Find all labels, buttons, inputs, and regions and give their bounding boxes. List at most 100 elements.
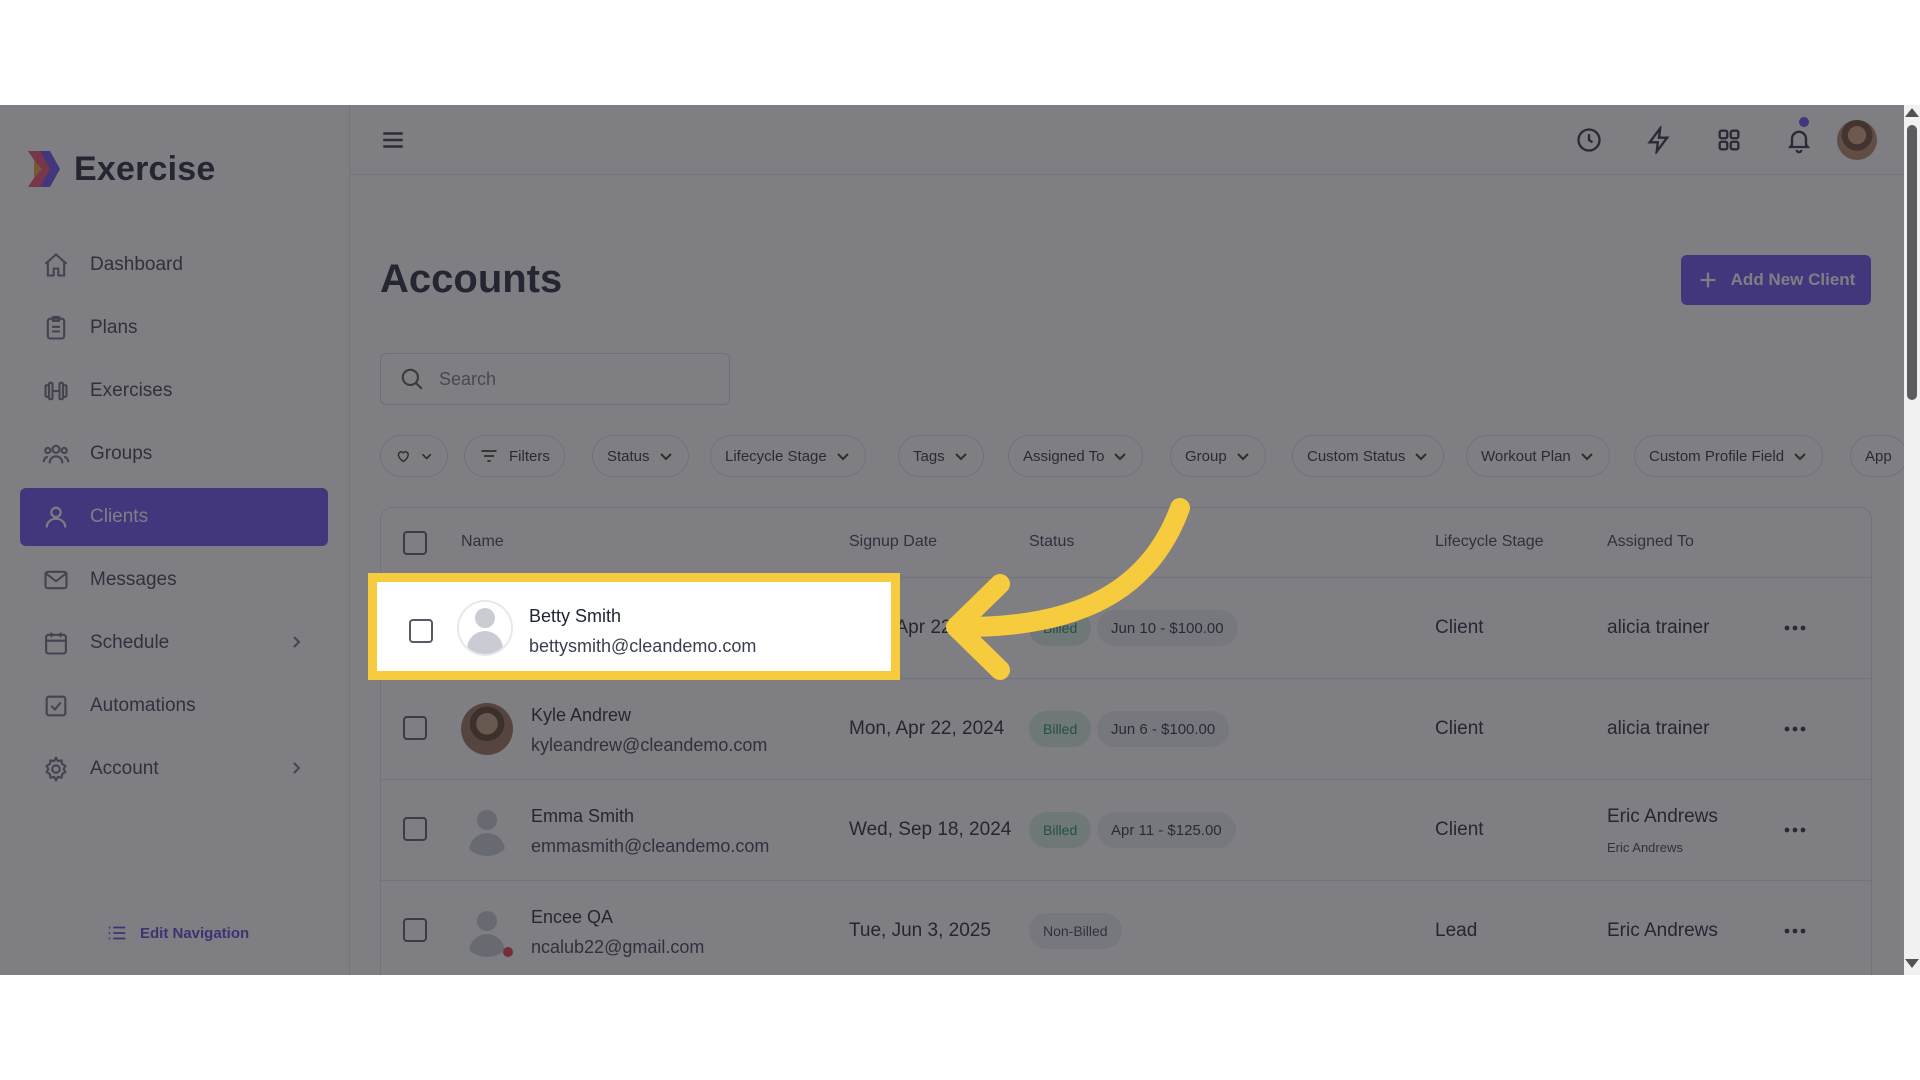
clipboard-icon bbox=[40, 312, 72, 344]
row-actions-button[interactable] bbox=[1781, 917, 1809, 945]
sidebar-item-label: Automations bbox=[90, 695, 196, 716]
quick-actions-button[interactable] bbox=[1642, 123, 1676, 157]
gear-icon bbox=[40, 753, 72, 785]
client-name[interactable]: Emma Smith bbox=[531, 806, 634, 827]
hamburger-icon bbox=[383, 132, 403, 148]
more-horizontal-icon bbox=[1784, 928, 1806, 934]
row-actions-button[interactable] bbox=[1781, 715, 1809, 743]
payment-badge: Jun 10 - $100.00 bbox=[1097, 610, 1238, 646]
logo-icon bbox=[24, 149, 62, 189]
select-all-checkbox[interactable] bbox=[403, 531, 427, 555]
filter-label: Status bbox=[607, 447, 650, 465]
client-name[interactable]: Encee QA bbox=[531, 907, 613, 928]
row-checkbox[interactable] bbox=[403, 716, 427, 740]
scroll-up-arrow[interactable] bbox=[1905, 108, 1919, 117]
chevron-down-icon bbox=[659, 453, 672, 461]
sidebar-item-label: Clients bbox=[90, 506, 149, 527]
bell-icon bbox=[1787, 130, 1811, 154]
status-dot bbox=[503, 947, 513, 957]
column-header-lifecycle-stage[interactable]: Lifecycle Stage bbox=[1435, 533, 1544, 551]
sidebar-item-label: Schedule bbox=[90, 632, 170, 653]
user-icon bbox=[40, 501, 72, 533]
highlighted-client-cell[interactable]: Betty Smith bettysmith@cleandemo.com bbox=[368, 573, 900, 680]
apps-button[interactable] bbox=[1712, 123, 1746, 157]
status-badge: Billed bbox=[1029, 610, 1092, 646]
chevron-down-icon bbox=[837, 453, 849, 461]
page-title: Accounts bbox=[380, 257, 563, 301]
signup-date: Tue, Jun 3, 2025 bbox=[849, 920, 991, 941]
sidebar-item-plans[interactable]: Plans bbox=[20, 299, 328, 357]
notifications-button[interactable] bbox=[1782, 123, 1816, 157]
user-avatar[interactable] bbox=[1837, 120, 1877, 160]
add-new-client-button[interactable]: Add New Client bbox=[1681, 255, 1871, 305]
sidebar-item-label: Exercises bbox=[90, 380, 173, 401]
status-filter[interactable]: Status bbox=[592, 435, 689, 477]
custom-profile-field-filter[interactable]: Custom Profile Field bbox=[1634, 435, 1824, 477]
favorites-filter[interactable] bbox=[380, 435, 448, 477]
menu-toggle-button[interactable] bbox=[380, 127, 406, 153]
table-row[interactable]: Encee QA ncalub22@gmail.com Tue, Jun 3, … bbox=[381, 881, 1871, 975]
payment-badge: Jun 6 - $100.00 bbox=[1097, 711, 1230, 747]
client-name[interactable]: Kyle Andrew bbox=[531, 705, 631, 726]
column-header-signup-date[interactable]: Signup Date bbox=[849, 533, 937, 551]
row-checkbox[interactable] bbox=[403, 817, 427, 841]
signup-date: Mon, Apr 22, 2024 bbox=[849, 718, 1005, 739]
chevron-right-icon bbox=[288, 634, 304, 650]
chevron-down-icon bbox=[1415, 453, 1428, 461]
scrollbar-thumb[interactable] bbox=[1907, 125, 1917, 400]
table-row[interactable]: Kyle Andrew kyleandrew@cleandemo.com Mon… bbox=[381, 679, 1871, 780]
sidebar-item-clients[interactable]: Clients bbox=[20, 488, 328, 546]
sidebar-item-exercises[interactable]: Exercises bbox=[20, 362, 328, 420]
column-header-status[interactable]: Status bbox=[1029, 533, 1074, 551]
sidebar-item-automations[interactable]: Automations bbox=[20, 677, 328, 735]
filter-label: Tags bbox=[913, 447, 945, 465]
tags-filter[interactable]: Tags bbox=[898, 435, 984, 477]
row-checkbox[interactable] bbox=[403, 918, 427, 942]
sidebar-item-schedule[interactable]: Schedule bbox=[20, 614, 328, 672]
row-actions-button[interactable] bbox=[1781, 816, 1809, 844]
sidebar-item-dashboard[interactable]: Dashboard bbox=[20, 236, 328, 294]
table-header: Name Signup Date Status Lifecycle Stage … bbox=[381, 508, 1871, 578]
column-header-assigned-to[interactable]: Assigned To bbox=[1607, 533, 1694, 551]
filters-button[interactable]: Filters bbox=[464, 435, 565, 477]
avatar bbox=[461, 804, 513, 856]
client-email: kyleandrew@cleandemo.com bbox=[531, 735, 768, 755]
app-filter[interactable]: App bbox=[1850, 435, 1907, 477]
row-checkbox[interactable] bbox=[409, 619, 433, 643]
app-window: Exercise Dashboard Plans Exercises Group… bbox=[0, 105, 1920, 975]
chevron-down-icon bbox=[1236, 453, 1249, 461]
search-icon bbox=[401, 368, 423, 390]
chevron-right-icon bbox=[288, 760, 304, 776]
scroll-down-arrow[interactable] bbox=[1905, 959, 1919, 968]
checkbox-icon bbox=[40, 690, 72, 722]
custom-status-filter[interactable]: Custom Status bbox=[1292, 435, 1445, 477]
edit-navigation-label: Edit Navigation bbox=[140, 924, 250, 942]
app-logo[interactable]: Exercise bbox=[24, 147, 216, 191]
column-header-name[interactable]: Name bbox=[461, 533, 504, 551]
sidebar-item-account[interactable]: Account bbox=[20, 740, 328, 798]
status-badge: Billed bbox=[1029, 711, 1092, 747]
more-horizontal-icon bbox=[1784, 726, 1806, 732]
edit-navigation-link[interactable]: Edit Navigation bbox=[106, 922, 249, 944]
search-input[interactable] bbox=[439, 368, 709, 390]
sidebar: Exercise Dashboard Plans Exercises Group… bbox=[0, 105, 350, 975]
sidebar-item-label: Messages bbox=[90, 569, 177, 590]
row-actions-button[interactable] bbox=[1781, 614, 1809, 642]
lightning-icon bbox=[1647, 126, 1670, 154]
signup-date: Wed, Sep 18, 2024 bbox=[849, 819, 1012, 840]
assigned-to-filter[interactable]: Assigned To bbox=[1008, 435, 1144, 477]
table-row[interactable]: Emma Smith emmasmith@cleandemo.com Wed, … bbox=[381, 780, 1871, 881]
group-filter[interactable]: Group bbox=[1170, 435, 1266, 477]
sidebar-item-messages[interactable]: Messages bbox=[20, 551, 328, 609]
sidebar-item-label: Account bbox=[90, 758, 159, 779]
lifecycle-stage-filter[interactable]: Lifecycle Stage bbox=[710, 435, 866, 477]
sidebar-item-groups[interactable]: Groups bbox=[20, 425, 328, 483]
status-badge: Non-Billed bbox=[1029, 913, 1122, 949]
avatar bbox=[461, 703, 513, 755]
users-icon bbox=[40, 438, 72, 470]
client-name[interactable]: Betty Smith bbox=[529, 606, 621, 627]
client-email: emmasmith@cleandemo.com bbox=[531, 836, 770, 856]
calendar-icon bbox=[40, 627, 72, 659]
workout-plan-filter[interactable]: Workout Plan bbox=[1466, 435, 1610, 477]
history-button[interactable] bbox=[1572, 123, 1606, 157]
